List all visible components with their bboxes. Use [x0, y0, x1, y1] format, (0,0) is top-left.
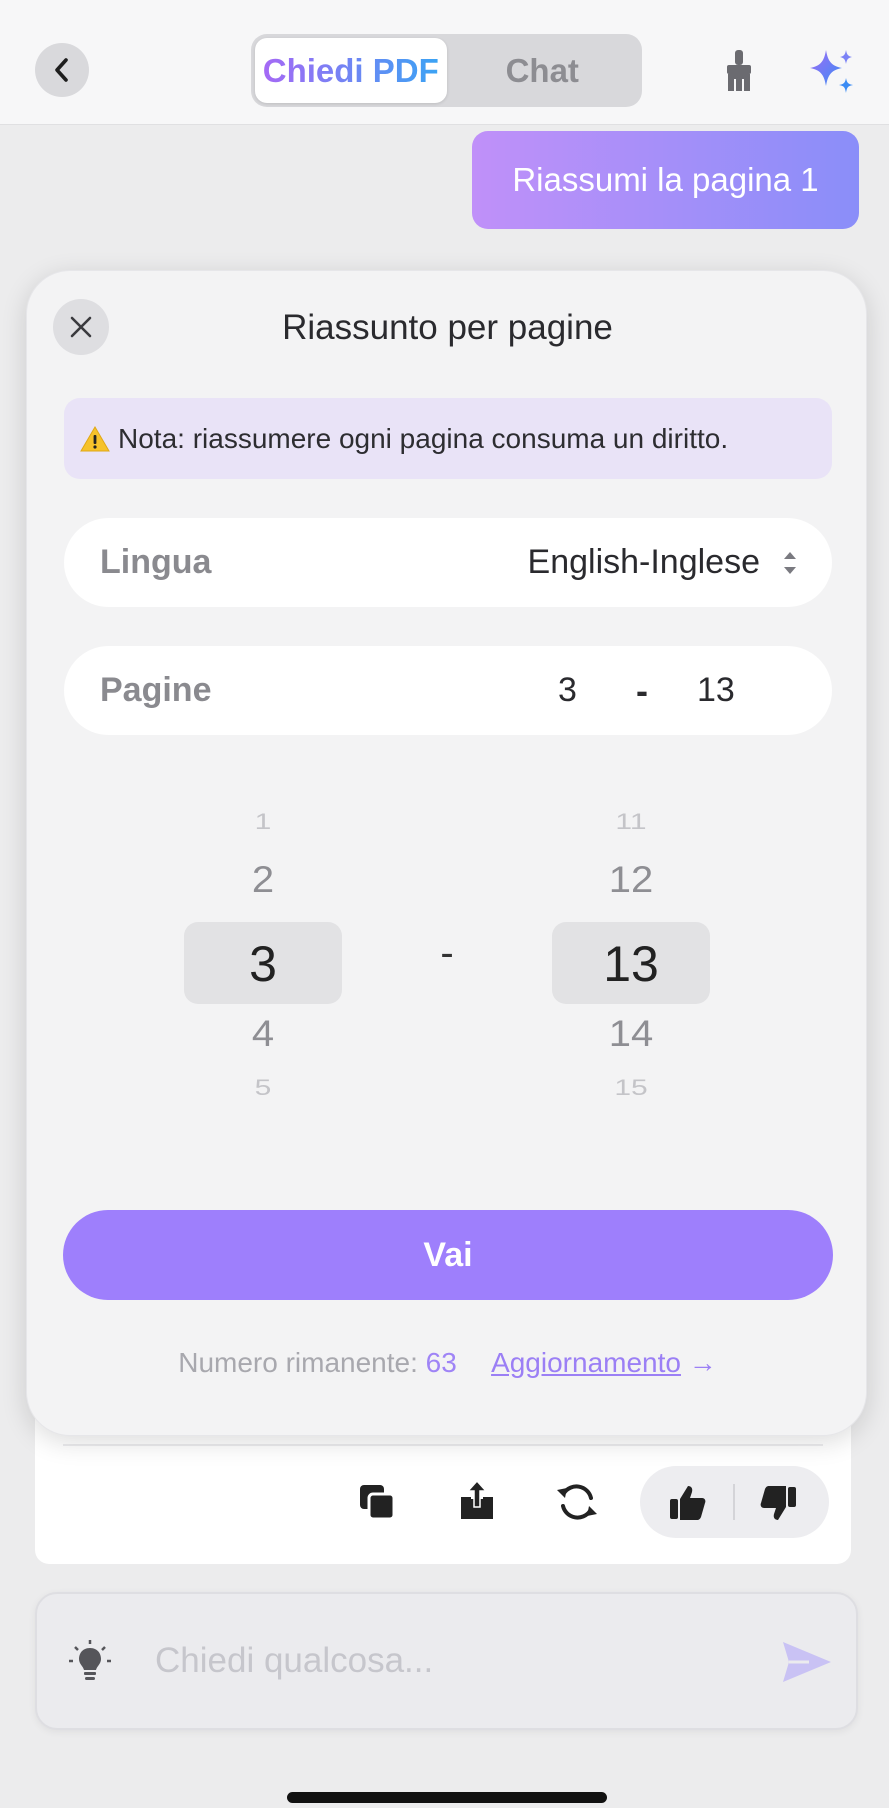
up-down-chevron-icon [784, 552, 796, 574]
divider [733, 1484, 735, 1520]
to-picker-item[interactable]: 12 [552, 860, 710, 901]
to-picker-item[interactable]: 11 [552, 809, 710, 835]
from-picker-item[interactable]: 4 [184, 1014, 342, 1055]
remaining-label: Numero rimanente: [178, 1347, 418, 1378]
note-text: Nota: riassumere ogni pagina consuma un … [118, 422, 729, 454]
pages-label: Pagine [100, 671, 212, 709]
language-row[interactable]: Lingua English-Inglese [64, 518, 832, 607]
pages-dash: - [636, 670, 648, 711]
language-label: Lingua [100, 543, 212, 581]
pages-row[interactable]: Pagine 3 - 13 [64, 646, 832, 735]
from-picker-item[interactable]: 5 [184, 1075, 342, 1101]
chat-input-bar [35, 1592, 858, 1730]
pages-from-value: 3 [558, 671, 577, 709]
tab-chat[interactable]: Chat [447, 38, 639, 103]
tab-chiedi-pdf[interactable]: Chiedi PDF [255, 38, 447, 103]
chevron-left-icon [55, 58, 68, 82]
summary-modal: Riassunto per pagine Nota: riassumere og… [26, 270, 867, 1436]
mode-switch: Chiedi PDF Chat [251, 34, 642, 107]
arrow-right-icon[interactable]: → [689, 1347, 717, 1378]
pages-to-value: 13 [697, 671, 735, 709]
brush-icon[interactable] [718, 48, 760, 94]
thumbs-down-icon[interactable] [754, 1480, 802, 1528]
top-bar: Chiedi PDF Chat [0, 0, 889, 125]
from-picker-selected[interactable]: 3 [184, 935, 342, 993]
remaining-line: Numero rimanente: 63 Aggiornamento → [27, 1343, 868, 1383]
note-banner: Nota: riassumere ogni pagina consuma un … [64, 398, 832, 479]
send-icon[interactable] [779, 1634, 835, 1690]
question-input[interactable] [155, 1632, 775, 1690]
to-picker-item[interactable]: 15 [552, 1075, 710, 1101]
language-value: English-Inglese [527, 543, 760, 581]
copy-icon[interactable] [353, 1478, 401, 1526]
regenerate-icon[interactable] [553, 1478, 601, 1526]
picker-separator: - [440, 931, 454, 975]
home-indicator [287, 1792, 607, 1803]
lightbulb-icon[interactable] [67, 1638, 113, 1684]
to-picker-item[interactable]: 14 [552, 1014, 710, 1055]
divider [63, 1444, 823, 1446]
from-picker-item[interactable]: 1 [184, 809, 342, 835]
sparkle-icon[interactable] [806, 46, 858, 98]
warning-icon [80, 425, 110, 453]
to-picker-selected[interactable]: 13 [552, 935, 710, 993]
share-icon[interactable] [453, 1476, 501, 1524]
go-button[interactable]: Vai [63, 1210, 833, 1300]
thumbs-up-icon[interactable] [664, 1478, 712, 1526]
upgrade-link[interactable]: Aggiornamento [491, 1347, 681, 1378]
modal-title: Riassunto per pagine [282, 308, 613, 347]
back-button[interactable] [35, 43, 89, 97]
user-message-bubble: Riassumi la pagina 1 [472, 131, 859, 229]
remaining-count: 63 [425, 1347, 457, 1378]
vote-group [640, 1466, 829, 1538]
from-picker-item[interactable]: 2 [184, 860, 342, 901]
